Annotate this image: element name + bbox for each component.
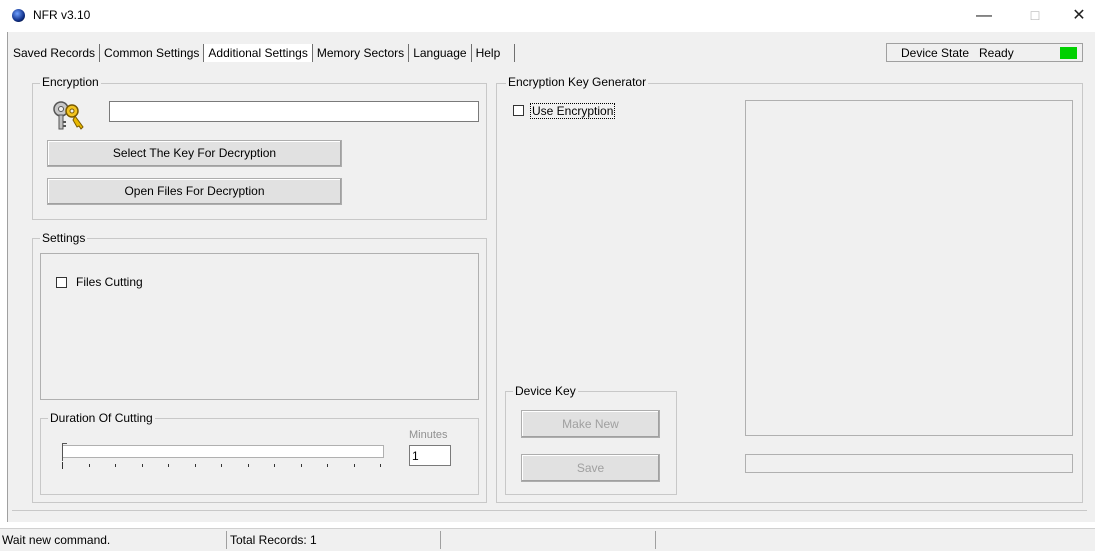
status-led-icon (1060, 47, 1077, 59)
select-key-button[interactable]: Select The Key For Decryption (47, 140, 342, 167)
tab-additional-settings[interactable]: Additional Settings (204, 44, 313, 62)
key-display-area (745, 100, 1073, 436)
encryption-group-label: Encryption (40, 75, 101, 89)
device-key-group-label: Device Key (513, 384, 578, 398)
save-button[interactable]: Save (521, 454, 660, 482)
tab-strip: Saved Records Common Settings Additional… (13, 42, 516, 64)
status-bar (0, 528, 1095, 551)
slider-tick (115, 464, 116, 467)
slider-tick (274, 464, 275, 467)
keys-icon (50, 99, 86, 133)
files-cutting-checkbox[interactable] (56, 277, 67, 288)
slider-tick (168, 464, 169, 467)
minimize-button[interactable]: — (966, 4, 1002, 28)
slider-tick (247, 464, 249, 467)
device-state-label: Device State (901, 46, 970, 60)
status-divider (440, 531, 441, 549)
slider-thumb[interactable] (62, 443, 67, 461)
slider-tick (380, 464, 381, 467)
title-bar: NFR v3.10 — ☐ ✕ (0, 0, 1095, 32)
close-button[interactable]: ✕ (1064, 4, 1094, 28)
files-cutting-label: Files Cutting (76, 275, 143, 289)
slider-tick (141, 464, 143, 467)
window-title: NFR v3.10 (33, 8, 91, 22)
maximize-button[interactable]: ☐ (1017, 4, 1053, 28)
slider-ticks (62, 462, 384, 469)
minutes-label: Minutes (409, 429, 448, 441)
minutes-input[interactable] (409, 445, 451, 466)
key-progress-bar (745, 454, 1073, 473)
tab-language[interactable]: Language (409, 44, 472, 62)
slider-tick (327, 464, 328, 467)
key-generator-group-label: Encryption Key Generator (506, 75, 649, 89)
slider-tick (221, 464, 222, 467)
slider-tick (62, 462, 63, 469)
status-divider (226, 531, 227, 549)
tab-memory-sectors[interactable]: Memory Sectors (313, 44, 410, 62)
use-encryption-checkbox[interactable] (513, 105, 524, 116)
device-state-value: Ready (979, 46, 1014, 60)
key-path-input[interactable] (109, 101, 479, 122)
tab-saved-records[interactable]: Saved Records (13, 44, 101, 62)
app-globe-icon (12, 9, 25, 22)
slider-tick (300, 464, 302, 467)
open-files-button[interactable]: Open Files For Decryption (47, 178, 342, 205)
tab-common-settings[interactable]: Common Settings (100, 44, 205, 62)
status-divider (655, 531, 656, 549)
slider-tick (353, 464, 355, 467)
total-records: Total Records: 1 (230, 533, 317, 547)
duration-group-label: Duration Of Cutting (48, 411, 155, 425)
slider-tick (194, 464, 196, 467)
status-message: Wait new command. (2, 533, 111, 547)
tab-help[interactable]: Help (472, 44, 516, 62)
device-state-panel: Device State Ready (886, 43, 1083, 62)
use-encryption-label: Use Encryption (530, 103, 616, 119)
slider-tick (88, 464, 90, 467)
duration-slider[interactable] (62, 445, 384, 458)
settings-group-label: Settings (40, 231, 88, 245)
make-new-button[interactable]: Make New (521, 410, 660, 438)
